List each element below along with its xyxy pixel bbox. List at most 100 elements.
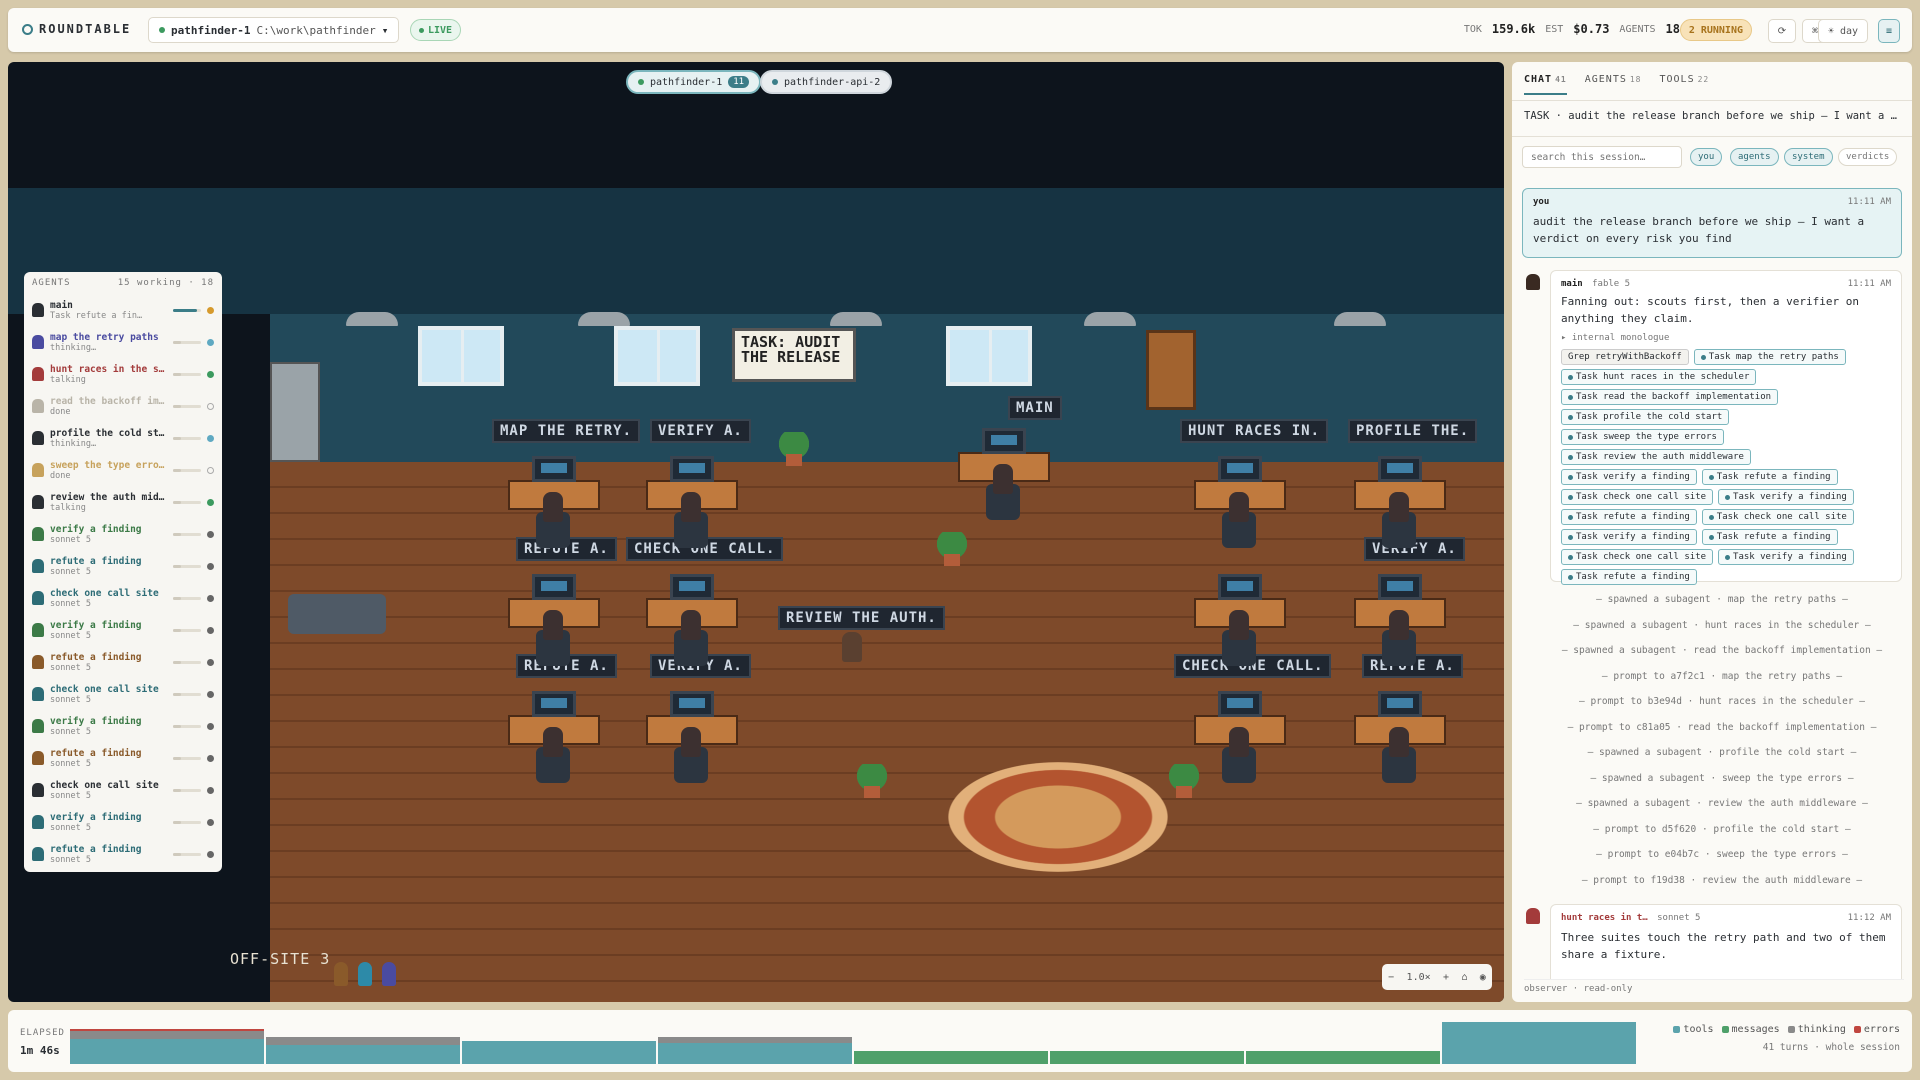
timeline-segment-tools[interactable] <box>266 1045 460 1064</box>
agent-row[interactable]: refute a finding sonnet 5 <box>32 550 214 582</box>
tool-call-chip[interactable]: Task verify a finding <box>1718 549 1854 565</box>
tool-call-chip[interactable]: Task hunt races in the scheduler <box>1561 369 1757 385</box>
status-dot <box>207 402 214 410</box>
repo-selector[interactable]: pathfinder-1 C:\work\pathfinder ▾ <box>148 17 400 43</box>
tool-call-chip[interactable]: Task refute a finding <box>1561 509 1697 525</box>
agent-sprite[interactable] <box>543 492 563 522</box>
tab-chat[interactable]: CHAT 41 <box>1524 74 1567 95</box>
tool-call-chip[interactable]: Task verify a finding <box>1561 469 1697 485</box>
agent-row[interactable]: review the auth middl… talking <box>32 486 214 518</box>
timeline-segment-messages[interactable] <box>1246 1051 1440 1064</box>
agent-row[interactable]: map the retry paths thinking… <box>32 326 214 358</box>
agent-row[interactable]: sweep the type errors done <box>32 454 214 486</box>
tool-call-chip[interactable]: Task read the backoff implementation <box>1561 389 1779 405</box>
agent-sprite[interactable] <box>1229 492 1249 522</box>
tool-call-chip[interactable]: Task check one call site <box>1561 489 1714 505</box>
agent-row[interactable]: profile the cold start thinking… <box>32 422 214 454</box>
agent-sprite[interactable] <box>1389 492 1409 522</box>
tool-call-chip[interactable]: Task sweep the type errors <box>1561 429 1724 445</box>
tool-call-chip[interactable]: Task verify a finding <box>1718 489 1854 505</box>
zoom-level: 1.0× <box>1406 971 1431 983</box>
tool-call-chip[interactable]: Task verify a finding <box>1561 529 1697 545</box>
agent-sprite[interactable] <box>681 610 701 640</box>
agent-row[interactable]: refute a finding sonnet 5 <box>32 838 214 870</box>
zoom-out-button[interactable]: − <box>1388 972 1394 983</box>
agent-sprite[interactable] <box>1229 727 1249 757</box>
tab-tools[interactable]: TOOLS 22 <box>1660 74 1710 95</box>
timeline-segment-messages[interactable] <box>854 1051 1048 1064</box>
tool-call-chip[interactable]: Task profile the cold start <box>1561 409 1730 425</box>
timeline-segment-thinking[interactable] <box>658 1037 852 1043</box>
timeline-segment-errors[interactable] <box>70 1029 264 1031</box>
filter-verdicts[interactable]: verdicts <box>1838 148 1898 166</box>
message-author: you <box>1533 197 1550 207</box>
timeline-segment-tools[interactable] <box>658 1043 852 1064</box>
agent-sprite[interactable] <box>1389 727 1409 757</box>
filter-you[interactable]: you <box>1690 148 1723 166</box>
tab-label: CHAT <box>1524 74 1553 85</box>
walking-agent-sprite[interactable] <box>842 632 862 662</box>
agent-row[interactable]: read the backoff impl… done <box>32 390 214 422</box>
refresh-button[interactable]: ⟳ <box>1768 19 1796 43</box>
chip-label: Task refute a finding <box>1716 532 1831 542</box>
internal-monologue-toggle[interactable]: ▸ internal monologue <box>1561 333 1891 343</box>
tool-call-chip[interactable]: Task map the retry paths <box>1693 349 1846 365</box>
project-tab-pathfinder-api-2[interactable]: pathfinder-api-2 <box>760 70 893 94</box>
agent-row[interactable]: check one call site sonnet 5 <box>32 774 214 806</box>
tool-call-chip[interactable]: Task refute a finding <box>1701 469 1838 485</box>
tool-call-chip[interactable]: Task check one call site <box>1561 549 1714 565</box>
filter-agents[interactable]: agents <box>1730 148 1779 166</box>
timeline-segment-thinking[interactable] <box>266 1037 460 1045</box>
avatar <box>32 687 44 701</box>
office-scene[interactable]: pathfinder-1 11 pathfinder-api-2 TASK: AU… <box>8 62 1504 1002</box>
chip-dot-icon <box>1568 434 1573 440</box>
waiting-agent-sprite[interactable] <box>334 962 348 986</box>
agent-sprite[interactable] <box>681 492 701 522</box>
tool-call-chip[interactable]: Task refute a finding <box>1561 569 1697 585</box>
window <box>418 326 504 386</box>
project-tab-pathfinder-1[interactable]: pathfinder-1 11 <box>626 70 762 94</box>
agent-sprite[interactable] <box>1389 610 1409 640</box>
agent-row[interactable]: check one call site sonnet 5 <box>32 582 214 614</box>
menu-button[interactable]: ≡ <box>1878 19 1900 43</box>
agent-sprite[interactable] <box>543 610 563 640</box>
agent-row[interactable]: verify a finding sonnet 5 <box>32 806 214 838</box>
chip-label: Task map the retry paths <box>1708 352 1839 362</box>
agent-row[interactable]: main Task refute a fin… <box>32 294 214 326</box>
chip-label: Task check one call site <box>1576 552 1707 562</box>
timeline-segment-tools[interactable] <box>70 1039 264 1064</box>
agent-name: check one call site <box>50 587 159 599</box>
timeline-segment-thinking[interactable] <box>70 1031 264 1039</box>
agent-row[interactable]: refute a finding sonnet 5 <box>32 646 214 678</box>
agent-sprite[interactable] <box>543 727 563 757</box>
agent-row[interactable]: verify a finding sonnet 5 <box>32 710 214 742</box>
tool-call-chip[interactable]: Grep retryWithBackoff <box>1561 349 1689 365</box>
agent-row[interactable]: hunt races in the sch… talking <box>32 358 214 390</box>
agent-row[interactable]: verify a finding sonnet 5 <box>32 614 214 646</box>
agent-sprite[interactable] <box>993 464 1013 494</box>
target-icon[interactable]: ◉ <box>1480 972 1486 983</box>
filter-system[interactable]: system <box>1784 148 1833 166</box>
agent-sprite[interactable] <box>1229 610 1249 640</box>
zoom-in-button[interactable]: + <box>1443 972 1449 983</box>
agent-row[interactable]: check one call site sonnet 5 <box>32 678 214 710</box>
search-input[interactable] <box>1522 146 1682 168</box>
tab-agents[interactable]: AGENTS 18 <box>1585 74 1642 95</box>
theme-toggle-button[interactable]: ☀ day <box>1818 19 1868 43</box>
waiting-agent-sprite[interactable] <box>382 962 396 986</box>
agent-row[interactable]: verify a finding sonnet 5 <box>32 518 214 550</box>
tab-count: 22 <box>1697 75 1710 84</box>
legend-item: thinking <box>1787 1024 1846 1035</box>
agent-row[interactable]: refute a finding sonnet 5 <box>32 742 214 774</box>
waiting-agent-sprite[interactable] <box>358 962 372 986</box>
tool-call-chip[interactable]: Task refute a finding <box>1701 529 1838 545</box>
home-icon[interactable]: ⌂ <box>1461 972 1467 983</box>
timeline-segment-tools[interactable] <box>462 1041 656 1064</box>
tool-call-chip[interactable]: Task review the auth middleware <box>1561 449 1751 465</box>
timeline-segment-tools[interactable] <box>1442 1022 1636 1064</box>
system-line: — spawned a subagent · profile the cold … <box>1587 747 1857 758</box>
session-timeline[interactable]: ELAPSED 1m 46s tools messages thinking erro… <box>8 1010 1912 1072</box>
agent-sprite[interactable] <box>681 727 701 757</box>
tool-call-chip[interactable]: Task check one call site <box>1701 509 1854 525</box>
timeline-segment-messages[interactable] <box>1050 1051 1244 1064</box>
